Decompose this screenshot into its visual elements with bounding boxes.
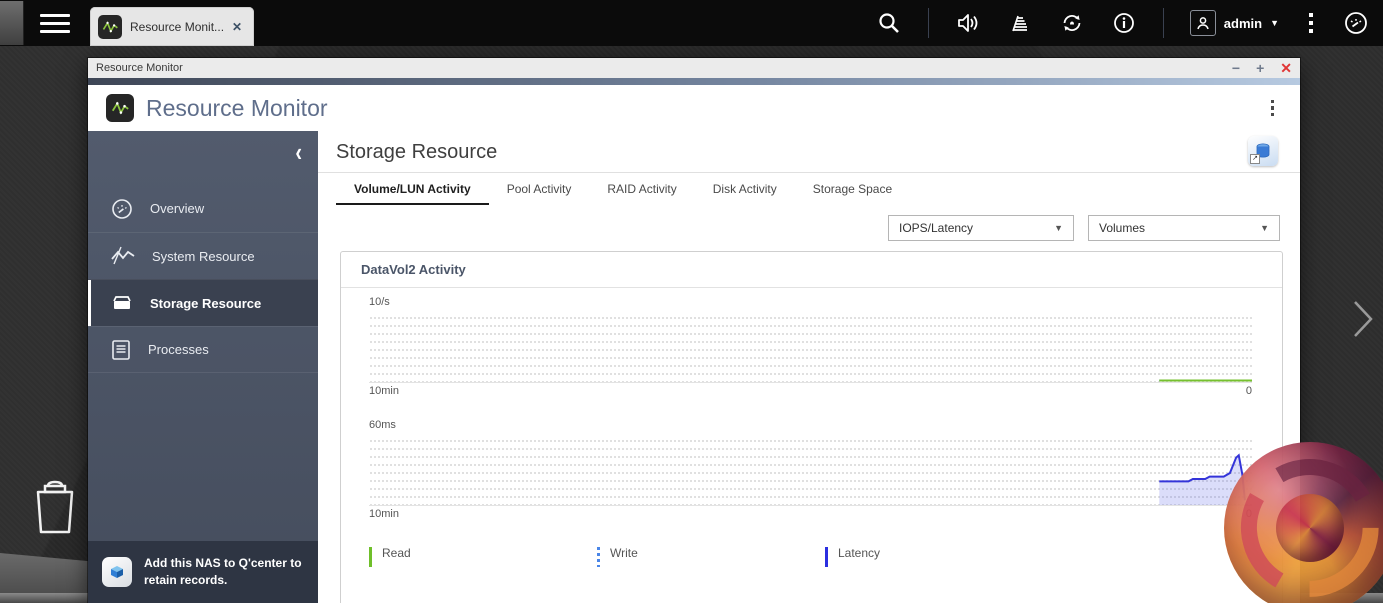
resource-monitor-app-icon: [98, 15, 122, 39]
line-chart-icon: [110, 245, 136, 267]
storage-snapshots-shortcut-icon[interactable]: ↗: [1248, 136, 1278, 166]
latency-legend-swatch: [825, 547, 828, 567]
legend-write: Write: [597, 546, 825, 567]
main-content: Storage Resource ↗ Volume/LUN Activity P…: [318, 131, 1300, 603]
top-bar: Resource Monit... ✕: [0, 0, 1383, 46]
latency-y-max-label: 60ms: [369, 419, 1252, 431]
window-accent-strip: [88, 78, 1300, 85]
iops-x-right-label: 0: [1246, 385, 1252, 397]
sidebar-item-processes[interactable]: Processes: [88, 326, 318, 373]
sidebar-item-system-resource[interactable]: System Resource: [88, 232, 318, 279]
storage-box-icon: [110, 292, 134, 314]
notifications-sync-icon[interactable]: [1059, 10, 1085, 36]
tab-label: Resource Monit...: [130, 20, 224, 34]
write-legend-swatch: [597, 547, 600, 567]
trash-icon[interactable]: [28, 478, 82, 536]
tab-storage-space[interactable]: Storage Space: [795, 173, 910, 205]
more-options-icon[interactable]: [1305, 9, 1317, 37]
app-title: Resource Monitor: [146, 95, 328, 122]
volume-icon[interactable]: [955, 10, 981, 36]
desktop-edge-widget: [0, 1, 24, 45]
legend-latency: Latency: [825, 546, 1053, 567]
tab-close-icon[interactable]: ✕: [232, 20, 242, 34]
iops-x-left-label: 10min: [369, 385, 399, 397]
sidebar: ‹ Overview System Resource Storage Resou…: [88, 131, 318, 603]
qcenter-note: Add this NAS to Q'center to retain recor…: [144, 555, 304, 589]
gauge-icon: [110, 197, 134, 221]
sidebar-item-storage-resource[interactable]: Storage Resource: [88, 279, 318, 326]
window-titlebar[interactable]: Resource Monitor − + ✕: [88, 58, 1300, 78]
topbar-divider: [1163, 8, 1164, 38]
iops-chart-block: 10/s 10min 0: [341, 288, 1282, 397]
panel-title: DataVol2 Activity: [341, 252, 1282, 288]
iops-y-max-label: 10/s: [369, 296, 1252, 308]
app-header: Resource Monitor: [88, 85, 1300, 131]
tab-raid-activity[interactable]: RAID Activity: [589, 173, 694, 205]
read-legend-swatch: [369, 547, 372, 567]
iops-plot: [369, 311, 1252, 383]
activity-panel: DataVol2 Activity 10/s 10min 0 60ms: [340, 251, 1283, 603]
maximize-button[interactable]: +: [1256, 61, 1264, 75]
chevron-down-icon: ▼: [1044, 223, 1063, 233]
app-options-icon[interactable]: [1263, 96, 1283, 121]
latency-plot: [369, 434, 1252, 506]
filter-row: IOPS/Latency ▼ Volumes ▼: [318, 205, 1300, 241]
resource-monitor-app-icon: [106, 94, 134, 122]
chevron-down-icon: ▼: [1250, 223, 1269, 233]
desktop: Resource Monit... ✕: [0, 0, 1383, 603]
chart-legend: Read Write Latency: [369, 546, 1282, 567]
close-button[interactable]: ✕: [1280, 61, 1292, 75]
launch-arrow-icon: ↗: [1250, 154, 1260, 164]
latency-chart-block: 60ms 10min 0: [341, 411, 1282, 520]
metric-select[interactable]: IOPS/Latency ▼: [888, 215, 1074, 241]
info-icon[interactable]: [1111, 10, 1137, 36]
sidebar-collapse-icon[interactable]: ‹: [295, 140, 302, 166]
page-title: Storage Resource: [318, 131, 1300, 164]
minimize-button[interactable]: −: [1232, 61, 1240, 75]
tab-disk-activity[interactable]: Disk Activity: [695, 173, 795, 205]
username-label: admin: [1224, 16, 1262, 31]
background-tasks-icon[interactable]: [1007, 10, 1033, 36]
scope-select[interactable]: Volumes ▼: [1088, 215, 1280, 241]
latency-x-left-label: 10min: [369, 508, 399, 520]
dashboard-gauge-icon[interactable]: [1343, 10, 1369, 36]
desktop-next-page-arrow[interactable]: [1349, 296, 1377, 342]
window-title: Resource Monitor: [96, 62, 183, 74]
chevron-down-icon: ▼: [1270, 18, 1279, 28]
user-menu[interactable]: admin ▼: [1190, 10, 1279, 36]
tab-volume-lun-activity[interactable]: Volume/LUN Activity: [336, 173, 489, 205]
qcenter-banner[interactable]: Add this NAS to Q'center to retain recor…: [88, 541, 318, 603]
main-menu-icon[interactable]: [40, 14, 70, 33]
tab-bar: Volume/LUN Activity Pool Activity RAID A…: [318, 173, 1300, 205]
user-avatar-icon: [1190, 10, 1216, 36]
process-list-icon: [110, 338, 132, 362]
resource-monitor-window: Resource Monitor − + ✕ Resource Monitor …: [88, 58, 1300, 603]
qcenter-icon: [102, 557, 132, 587]
sidebar-item-overview[interactable]: Overview: [88, 185, 318, 232]
search-icon[interactable]: [876, 10, 902, 36]
topbar-divider: [928, 8, 929, 38]
open-app-tab[interactable]: Resource Monit... ✕: [90, 7, 254, 46]
legend-read: Read: [369, 546, 597, 567]
tab-pool-activity[interactable]: Pool Activity: [489, 173, 590, 205]
